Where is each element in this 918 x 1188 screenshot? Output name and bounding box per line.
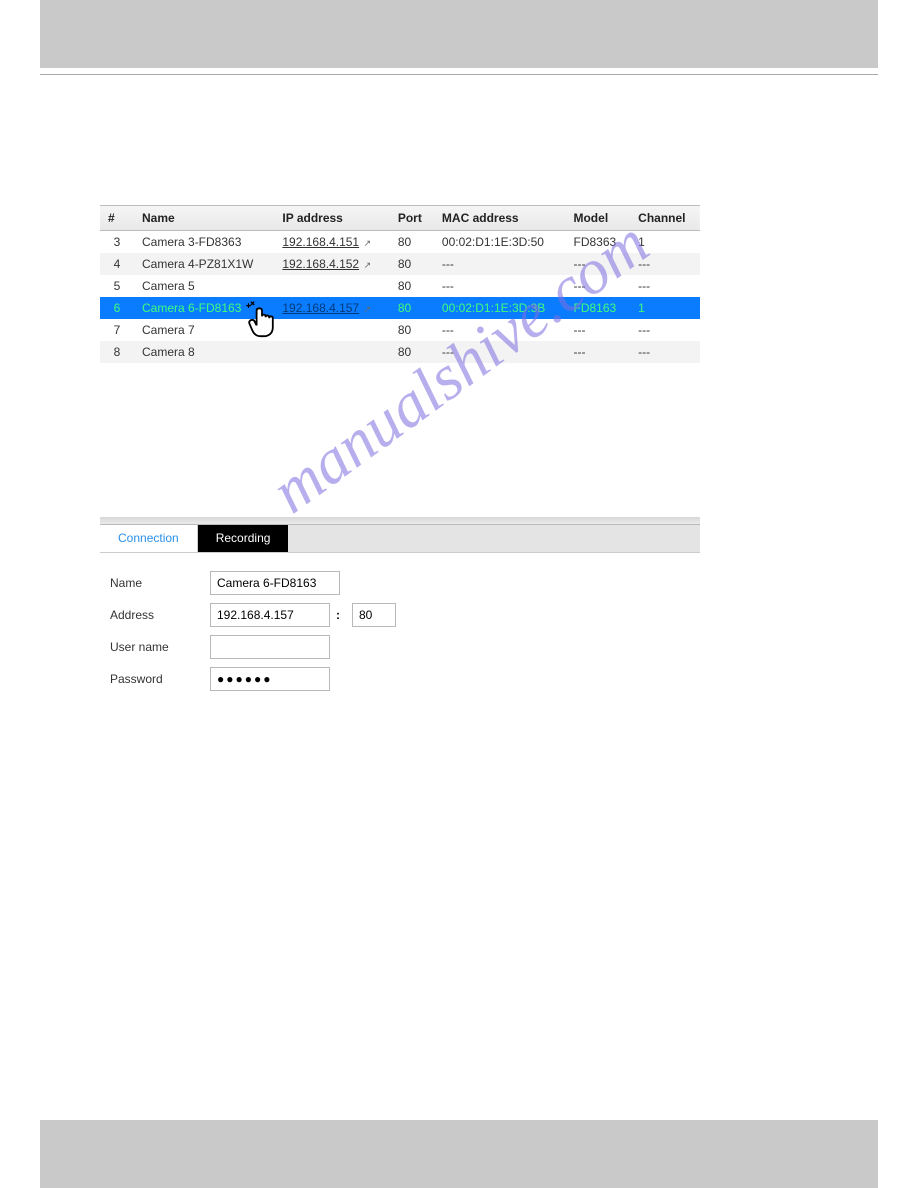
col-port: Port [390,206,434,231]
port-field[interactable] [352,603,396,627]
header-bar [40,0,878,68]
ip-link[interactable]: 192.168.4.151 [282,235,359,249]
cell-index: 7 [100,319,134,341]
label-password: Password [110,672,210,686]
cell-mac: --- [434,319,566,341]
table-row[interactable]: 3Camera 3-FD8363192.168.4.151 ↗8000:02:D… [100,231,700,254]
cell-ip: 192.168.4.151 ↗ [274,231,389,254]
table-row[interactable]: 8Camera 880--------- [100,341,700,363]
tab-bar: Connection Recording [100,525,700,553]
external-link-icon: ↗ [361,304,371,314]
external-link-icon: ↗ [361,260,371,270]
cell-name: Camera 8 [134,341,274,363]
cell-channel: 1 [630,297,700,319]
cell-ip [274,341,389,363]
col-model: Model [565,206,630,231]
cell-model: --- [565,319,630,341]
col-channel: Channel [630,206,700,231]
col-name: Name [134,206,274,231]
table-row[interactable]: 4Camera 4-PZ81X1W192.168.4.152 ↗80------… [100,253,700,275]
cell-mac: 00:02:D1:1E:3D:50 [434,231,566,254]
table-row[interactable]: 6Camera 6-FD8163192.168.4.157 ↗8000:02:D… [100,297,700,319]
cell-index: 5 [100,275,134,297]
password-field[interactable] [210,667,330,691]
cell-model: FD8163 [565,297,630,319]
label-username: User name [110,640,210,654]
tab-connection[interactable]: Connection [100,525,198,552]
cell-ip [274,275,389,297]
col-index: # [100,206,134,231]
cell-channel: --- [630,341,700,363]
cell-name: Camera 6-FD8163 [134,297,274,319]
ip-link[interactable]: 192.168.4.157 [282,301,359,315]
camera-table: # Name IP address Port MAC address Model… [100,206,700,363]
cell-ip: 192.168.4.152 ↗ [274,253,389,275]
camera-detail-panel: Connection Recording Name Address : User… [100,517,700,699]
footer-bar [40,1120,878,1188]
cell-channel: --- [630,275,700,297]
cell-port: 80 [390,297,434,319]
cell-channel: 1 [630,231,700,254]
camera-table-container: # Name IP address Port MAC address Model… [100,205,700,363]
cell-channel: --- [630,253,700,275]
col-ip: IP address [274,206,389,231]
cell-port: 80 [390,319,434,341]
cell-port: 80 [390,275,434,297]
label-name: Name [110,576,210,590]
cell-index: 6 [100,297,134,319]
cell-channel: --- [630,319,700,341]
cell-mac: --- [434,275,566,297]
cell-name: Camera 5 [134,275,274,297]
cell-port: 80 [390,253,434,275]
cell-name: Camera 7 [134,319,274,341]
label-address: Address [110,608,210,622]
cell-index: 8 [100,341,134,363]
ip-link[interactable]: 192.168.4.152 [282,257,359,271]
table-row[interactable]: 7Camera 780--------- [100,319,700,341]
username-field[interactable] [210,635,330,659]
table-header-row: # Name IP address Port MAC address Model… [100,206,700,231]
cell-model: --- [565,275,630,297]
tab-recording[interactable]: Recording [198,525,289,552]
external-link-icon: ↗ [361,238,371,248]
header-rule [40,74,878,75]
name-field[interactable] [210,571,340,595]
cell-index: 3 [100,231,134,254]
cell-ip: 192.168.4.157 ↗ [274,297,389,319]
cell-model: --- [565,253,630,275]
cell-model: FD8363 [565,231,630,254]
address-port-separator: : [336,608,340,622]
cell-ip [274,319,389,341]
cell-model: --- [565,341,630,363]
cell-mac: --- [434,253,566,275]
cell-port: 80 [390,231,434,254]
cell-mac: --- [434,341,566,363]
connection-form: Name Address : User name Password [100,553,700,691]
table-row[interactable]: 5Camera 580--------- [100,275,700,297]
col-mac: MAC address [434,206,566,231]
cell-name: Camera 3-FD8363 [134,231,274,254]
cell-port: 80 [390,341,434,363]
cell-name: Camera 4-PZ81X1W [134,253,274,275]
panel-separator [100,517,700,525]
address-field[interactable] [210,603,330,627]
cell-index: 4 [100,253,134,275]
cell-mac: 00:02:D1:1E:3D:3B [434,297,566,319]
